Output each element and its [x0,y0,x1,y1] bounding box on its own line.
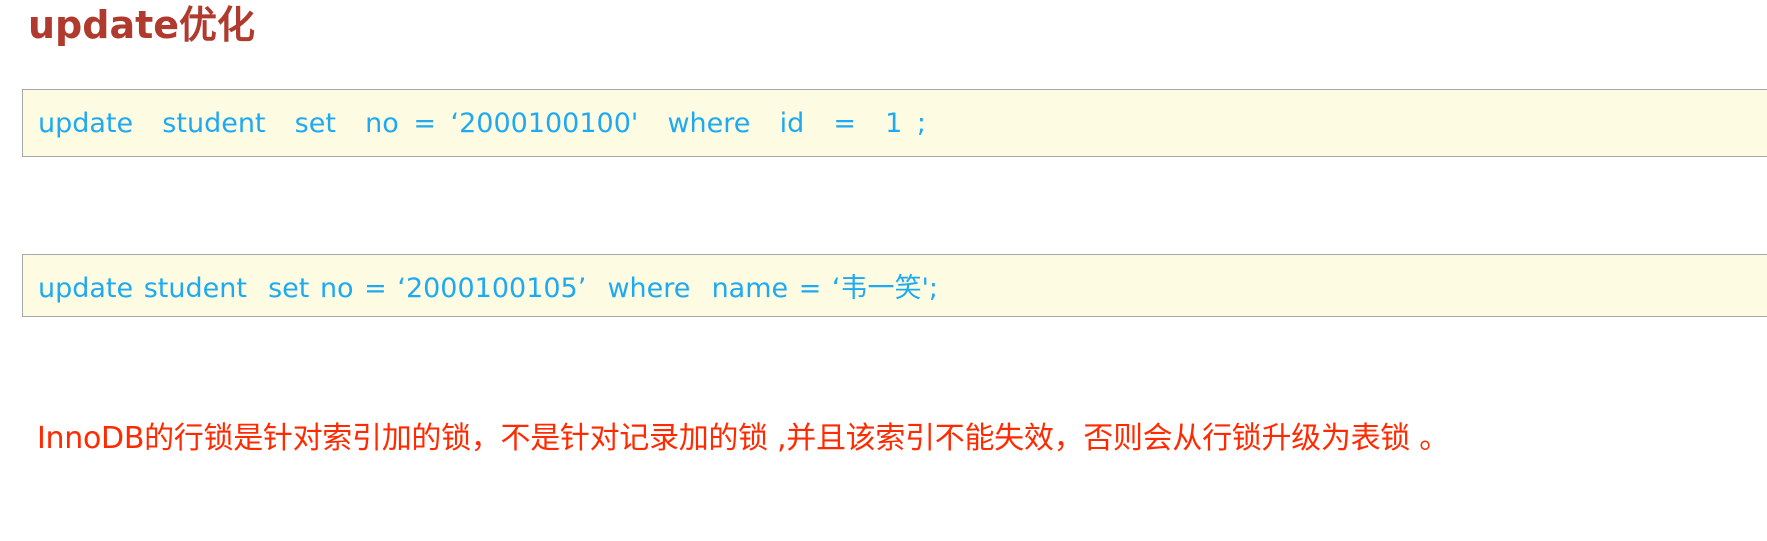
page-title: update优化 [28,3,256,47]
innodb-lock-note: InnoDB的行锁是针对索引加的锁，不是针对记录加的锁 ,并且该索引不能失效，否… [37,421,1449,456]
sql-code-block-by-name: update student set no = ‘2000100105’ whe… [22,254,1767,317]
slide: update优化 update student set no = ‘200010… [0,0,1767,541]
sql-code-block-by-id: update student set no = ‘2000100100' whe… [22,89,1767,157]
